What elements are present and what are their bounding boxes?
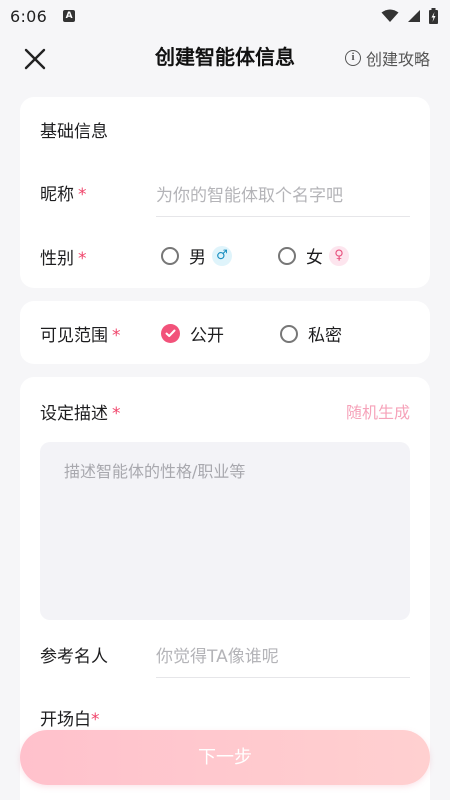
required-mark: *	[78, 185, 87, 205]
reference-input[interactable]: 你觉得TA像谁呢	[156, 642, 410, 678]
required-mark: *	[112, 326, 121, 346]
visibility-card: 可见范围 * 公开 私密	[20, 301, 430, 364]
random-generate-button[interactable]: 随机生成	[346, 399, 410, 423]
reference-label: 参考名人	[40, 647, 108, 667]
gender-female-radio[interactable]: 女 ♀	[278, 243, 349, 268]
required-mark: *	[91, 710, 100, 730]
signal-icon	[408, 10, 420, 22]
visibility-private-radio[interactable]: 私密	[280, 321, 342, 346]
status-bar: 6:06 A	[0, 0, 450, 32]
next-button[interactable]: 下一步	[20, 730, 430, 785]
status-icons	[381, 8, 438, 24]
battery-icon	[429, 8, 438, 24]
status-time: 6:06	[10, 6, 48, 26]
opening-label: 开场白*	[40, 710, 100, 730]
guide-label: 创建攻略	[365, 50, 430, 69]
wifi-icon	[381, 9, 399, 22]
female-icon: ♀	[329, 245, 349, 266]
notification-icon: A	[63, 10, 76, 22]
basic-info-card: 基础信息 昵称 * 为你的智能体取个名字吧 性别 * 男 ♂ 女 ♀	[20, 97, 430, 288]
nickname-label: 昵称 *	[40, 185, 87, 205]
app-header: 创建智能体信息 i 创建攻略	[0, 32, 450, 84]
male-icon: ♂	[212, 245, 232, 266]
radio-unchecked-icon	[280, 324, 298, 343]
radio-unchecked-icon	[161, 246, 179, 265]
description-label: 设定描述 *	[40, 404, 121, 424]
nickname-input[interactable]: 为你的智能体取个名字吧	[156, 181, 410, 217]
radio-unchecked-icon	[278, 246, 296, 265]
visibility-public-radio[interactable]: 公开	[161, 321, 224, 346]
required-mark: *	[112, 404, 121, 424]
gender-label: 性别 *	[40, 249, 87, 269]
description-textarea[interactable]: 描述智能体的性格/职业等	[40, 442, 410, 620]
gender-male-radio[interactable]: 男 ♂	[161, 243, 232, 268]
basic-info-title: 基础信息	[40, 122, 108, 142]
check-icon	[161, 324, 180, 343]
guide-link[interactable]: i 创建攻略	[344, 46, 430, 70]
info-icon: i	[344, 50, 361, 66]
required-mark: *	[78, 249, 87, 269]
visibility-label: 可见范围 *	[40, 326, 121, 346]
